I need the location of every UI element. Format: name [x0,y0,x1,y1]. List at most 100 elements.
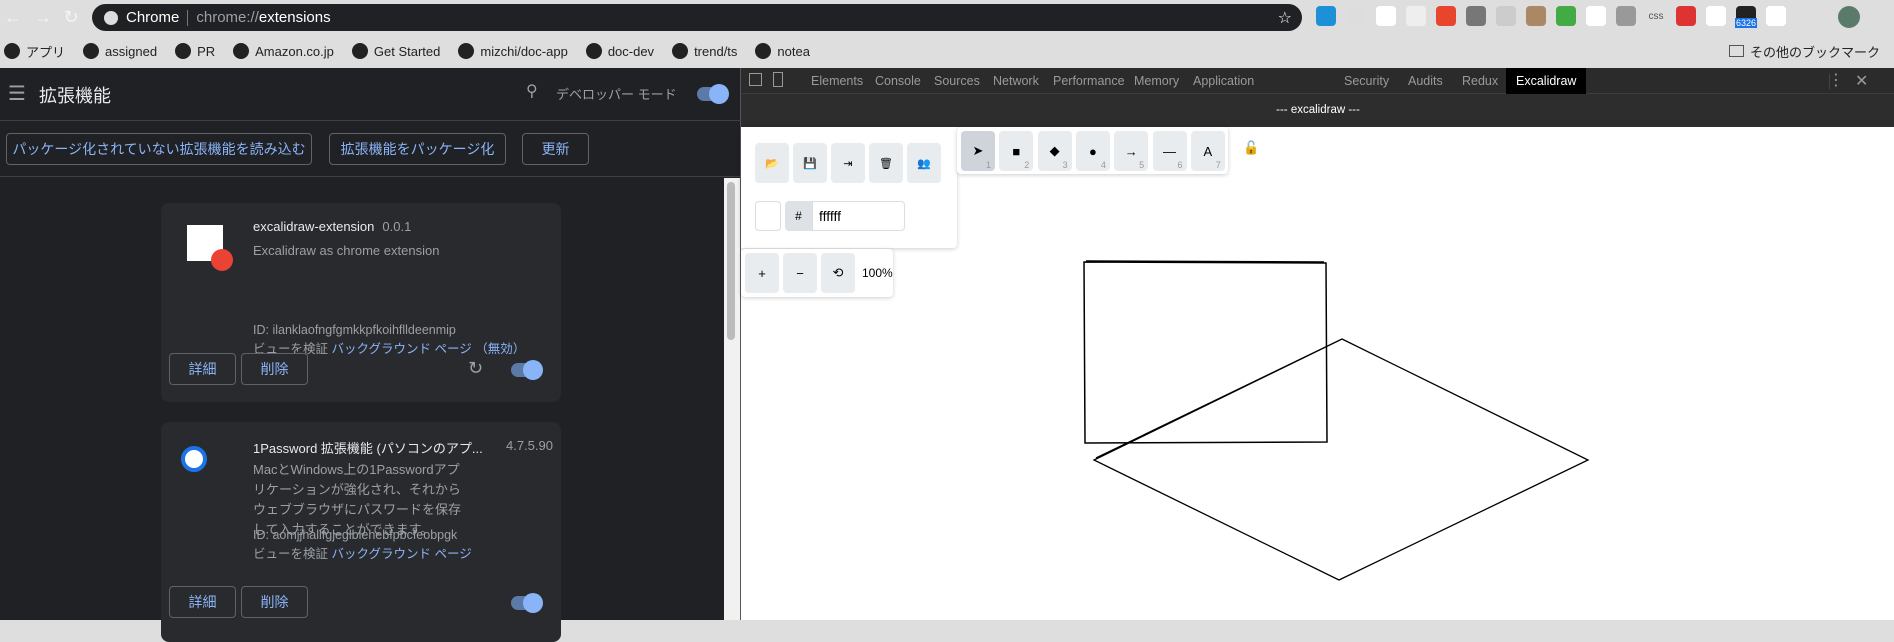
url-prefix: chrome:// [196,9,259,26]
badge-icon[interactable]: 6326 [1734,6,1758,28]
folder-icon [1728,45,1744,57]
bookmark-item[interactable]: Amazon.co.jp [233,43,334,59]
extension-card-excalidraw: excalidraw-extension 0.0.1 Excalidraw as … [161,203,561,402]
pack-extension-button[interactable]: 拡張機能をパッケージ化 [329,133,506,165]
extension-id: ID: ilanklaofngfgmkkpfkoihflldeenmip [253,323,456,337]
github-icon [83,43,100,59]
forward-button[interactable]: → [32,6,54,28]
remove-button[interactable]: 削除 [241,353,308,385]
other-bookmarks-label: その他のブックマーク [1749,44,1880,60]
extensions-header: ☰ 拡張機能 ⚲ デベロッパー モード [0,68,740,120]
more-options-icon[interactable]: ⋮ [1828,70,1844,90]
character-icon[interactable] [1526,6,1546,26]
device-toolbar-icon[interactable] [773,72,783,87]
extension-version: 4.7.5.90 [506,438,553,453]
bookmark-label: doc-dev [607,43,655,59]
bookmark-star-icon[interactable]: ☆ [1278,8,1292,28]
globe-icon [755,43,772,59]
url-path: extensions [258,9,331,26]
details-button[interactable]: 詳細 [169,353,236,385]
app-icon [351,43,368,59]
search-icon[interactable]: ⚲ [526,81,538,101]
github-icon [672,43,689,59]
vue-devtools-icon[interactable] [1616,6,1636,26]
block-icon[interactable] [1706,6,1726,26]
reload-extension-icon[interactable]: ↻ [468,358,483,379]
reload-button[interactable]: ↻ [60,6,82,28]
tab-redux[interactable]: Redux [1462,68,1498,94]
amazon-icon [233,43,250,59]
drawing-canvas[interactable] [741,127,1894,620]
extension-id: ID: aomjjhallfgjeglblehebfpbcfeobpgk [253,528,458,542]
bookmark-item[interactable]: notea [755,43,810,59]
bookmark-item[interactable]: アプリ [4,42,65,61]
bookmarks-bar: アプリ assigned PR Amazon.co.jp Get Started mizc… [0,36,1894,66]
background-page-link[interactable]: バックグラウンド ページ [332,547,472,561]
background-page-link[interactable]: バックグラウンド ページ （無効） [332,342,526,356]
menu-icon[interactable]: ☰ [8,81,26,106]
extension-description: Excalidraw as chrome extension [253,243,440,258]
tab-memory[interactable]: Memory [1134,68,1179,94]
other-bookmarks[interactable]: その他のブックマーク [1728,42,1880,61]
excalidraw-icon[interactable] [1766,6,1786,26]
panel-title: --- excalidraw --- [741,94,1894,127]
close-devtools-icon[interactable]: ✕ [1855,71,1868,91]
scrollbar[interactable] [724,178,740,620]
css-icon[interactable]: css [1646,6,1666,26]
bookmark-item[interactable]: trend/ts [672,43,737,59]
bookmark-label: Amazon.co.jp [255,43,334,59]
diamond-shape [1092,338,1590,581]
tab-elements[interactable]: Elements [811,68,863,94]
back-button[interactable]: ← [2,6,24,28]
bookmark-item[interactable]: Get Started [351,43,441,59]
profile-avatar[interactable] [1838,6,1860,28]
enable-toggle[interactable] [511,593,543,613]
bookmark-label: アプリ [26,44,66,60]
tab-console[interactable]: Console [875,68,921,94]
badge-count: 6326 [1734,18,1758,28]
extensions-page: ☰ 拡張機能 ⚲ デベロッパー モード パッケージ化されていない拡張機能を読み込… [0,68,740,642]
react-devtools-icon[interactable] [1346,6,1366,26]
lighthouse-icon[interactable] [1436,6,1456,26]
tab-application[interactable]: Application [1193,68,1254,94]
extension-version: 0.0.1 [382,219,412,234]
tab-audits[interactable]: Audits [1408,68,1443,94]
inspect-element-icon[interactable] [749,73,762,86]
tab-performance[interactable]: Performance [1053,68,1125,94]
load-unpacked-button[interactable]: パッケージ化されていない拡張機能を読み込む [6,133,312,165]
inspect-views-label: ビューを検証 [253,547,329,561]
details-button[interactable]: 詳細 [169,586,236,618]
bookmark-item[interactable]: PR [175,43,215,59]
page-title: 拡張機能 [39,86,111,106]
tab-security[interactable]: Security [1344,68,1389,94]
color-picker-icon[interactable] [1556,6,1576,26]
devtools-panel: ⋮ ✕ Elements Console Sources Network Perform… [740,68,1894,620]
bookmark-item[interactable]: assigned [83,43,157,59]
site-label: Chrome [126,9,180,26]
error-badge-icon [211,249,233,271]
chrome-icon [104,10,118,25]
lightning-icon[interactable] [1466,6,1486,26]
folder-icon [175,43,192,59]
tab-sources[interactable]: Sources [934,68,980,94]
extension-icons: css 6326 [1316,6,1786,28]
dev-mode-toggle[interactable] [697,84,729,104]
tab-network[interactable]: Network [993,68,1039,94]
update-button[interactable]: 更新 [522,133,589,165]
camera-icon[interactable] [1406,6,1426,26]
enable-toggle[interactable] [511,360,543,380]
tab-excalidraw[interactable]: Excalidraw [1506,68,1587,94]
bed-icon[interactable] [1496,6,1516,26]
1password-icon[interactable] [1376,6,1396,26]
address-bar[interactable]: Chrome chrome://extensions ☆ [92,4,1302,31]
bookmark-item[interactable]: doc-dev [585,43,655,59]
hatena-bookmark-icon[interactable] [1316,6,1336,26]
redux-icon[interactable] [1676,6,1696,26]
remove-button[interactable]: 削除 [241,586,308,618]
bookmark-item[interactable]: mizchi/doc-app [458,43,568,59]
rectangle-shape [1083,260,1328,444]
extension-card-1password: 1Password 拡張機能 (パソコンのアプ... 4.7.5.90 MacとW… [161,422,561,642]
bookmark-label: Get Started [373,43,441,59]
a-circle-icon[interactable] [1586,6,1606,26]
dev-mode-label: デベロッパー モード [556,87,677,102]
